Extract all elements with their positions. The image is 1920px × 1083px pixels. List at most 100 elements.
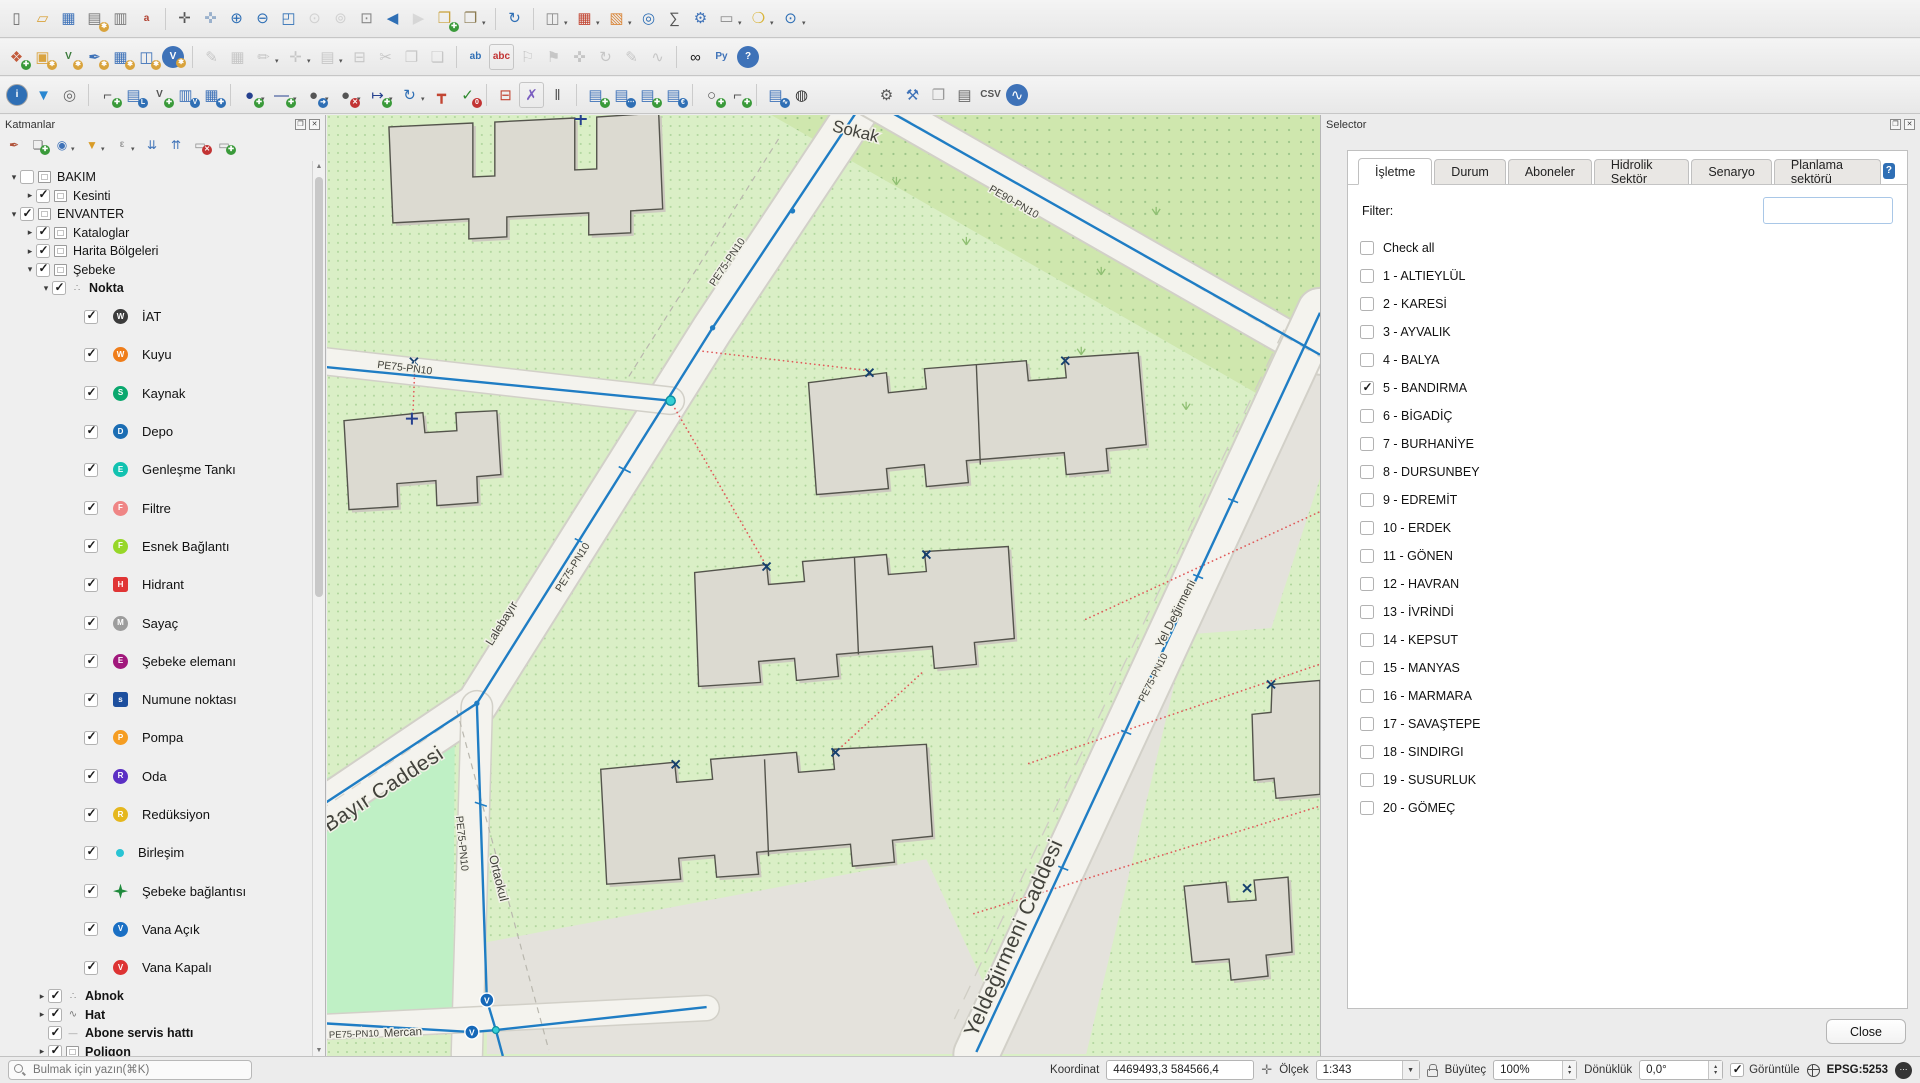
district-checkbox[interactable]: [1360, 577, 1374, 591]
paste-features-button[interactable]: ❏: [425, 44, 450, 70]
legend-checkbox[interactable]: [84, 348, 98, 362]
circle-add-button[interactable]: ○✚: [699, 82, 724, 108]
spin-arrows-icon[interactable]: [1562, 1061, 1576, 1079]
attribute-table-button[interactable]: ▤L: [121, 82, 146, 108]
filter-input[interactable]: [1763, 197, 1893, 224]
toolbox-button[interactable]: ⚒: [900, 82, 925, 108]
combo-arrow-icon[interactable]: ▼: [1402, 1061, 1419, 1079]
legend-item[interactable]: S Kaynak: [0, 374, 312, 412]
legend-item[interactable]: W İAT: [0, 298, 312, 336]
save-project-button[interactable]: ▦: [56, 6, 81, 32]
render-checkbox[interactable]: [1730, 1063, 1744, 1077]
legend-item[interactable]: R Oda: [0, 757, 312, 795]
delete-point-button[interactable]: ●✕ ▾: [333, 82, 364, 108]
expander-icon[interactable]: [24, 264, 36, 275]
zoom-next-button[interactable]: ▶: [406, 6, 431, 32]
layer-group-sebeke[interactable]: Şebeke: [0, 261, 312, 280]
rotate-label-button[interactable]: ↻: [593, 44, 618, 70]
python-console-button[interactable]: Py: [709, 44, 734, 70]
legend-item[interactable]: F Filtre: [0, 489, 312, 527]
district-checkbox[interactable]: [1360, 717, 1374, 731]
help-button[interactable]: ?: [735, 44, 761, 70]
add-virtual-layer-button[interactable]: ▦✱: [108, 44, 133, 70]
dropdown-arrow-icon[interactable]: ▾: [628, 19, 635, 27]
guides-button[interactable]: ‖: [545, 82, 570, 108]
zoom-in-button[interactable]: ⊕: [224, 6, 249, 32]
scrollbar-thumb[interactable]: [315, 177, 323, 597]
extents-icon[interactable]: ✛: [1261, 1062, 1272, 1078]
selector-tab[interactable]: Durum: [1434, 159, 1506, 184]
legend-item[interactable]: s Numune noktası: [0, 680, 312, 718]
new-shapefile-button[interactable]: ✒✱: [82, 44, 107, 70]
filter-legend-button[interactable]: ▼ ▾: [82, 135, 108, 155]
add-node-button[interactable]: ⌐✚: [95, 82, 120, 108]
selector-tab[interactable]: Hidrolik Sektör: [1594, 159, 1689, 184]
highlight-labels-button[interactable]: ⚑: [541, 44, 566, 70]
street-view-button[interactable]: ∞: [683, 44, 708, 70]
remove-layer-button[interactable]: ▭✕: [190, 135, 210, 155]
legend-item[interactable]: H Hidrant: [0, 566, 312, 604]
help-icon[interactable]: ?: [1883, 163, 1895, 179]
legend-item[interactable]: E Şebeke elemanı: [0, 642, 312, 680]
dropdown-arrow-icon[interactable]: ▾: [596, 19, 603, 27]
legend-checkbox[interactable]: [84, 846, 98, 860]
processing-gear-button[interactable]: ⚙: [874, 82, 899, 108]
legend-item[interactable]: P Pompa: [0, 719, 312, 757]
district-item[interactable]: 3 - AYVALIK: [1356, 318, 1907, 346]
pan-map-button[interactable]: ✛: [172, 6, 197, 32]
district-checkbox[interactable]: [1360, 409, 1374, 423]
expander-icon[interactable]: [40, 283, 52, 294]
legend-item[interactable]: F Esnek Bağlantı: [0, 527, 312, 565]
curved-label-button[interactable]: ∿: [645, 44, 670, 70]
district-item[interactable]: 18 - SINDIRGI: [1356, 738, 1907, 766]
layer-group-harita-bolgeleri[interactable]: Harita Bölgeleri: [0, 242, 312, 261]
legend-checkbox[interactable]: [84, 731, 98, 745]
district-checkbox[interactable]: [1360, 773, 1374, 787]
add-layer-button[interactable]: ▭✚: [214, 135, 234, 155]
layer-checkbox[interactable]: [48, 989, 62, 1003]
map-tips-button[interactable]: ❍ ▾: [746, 6, 777, 32]
toggle-editing-button[interactable]: ✎: [199, 44, 224, 70]
sync-button[interactable]: ↻ ▾: [397, 82, 428, 108]
layer-group-poligon[interactable]: Poligon: [0, 1042, 312, 1056]
new-bookmark-button[interactable]: ❒✚: [432, 6, 457, 32]
style-manager-button[interactable]: a: [134, 6, 159, 32]
district-item[interactable]: 20 - GÖMEÇ: [1356, 794, 1907, 822]
messages-icon[interactable]: ⋯: [1895, 1062, 1912, 1079]
scroll-down-icon[interactable]: ▼: [313, 1047, 325, 1054]
add-feature-button[interactable]: ✏ ▾: [251, 44, 282, 70]
dropdown-arrow-icon[interactable]: ▾: [101, 145, 108, 153]
legend-checkbox[interactable]: [84, 501, 98, 515]
district-item[interactable]: 15 - MANYAS: [1356, 654, 1907, 682]
dropdown-arrow-icon[interactable]: ▾: [275, 57, 282, 65]
group-checkbox[interactable]: [36, 244, 50, 258]
district-checkbox[interactable]: [1360, 493, 1374, 507]
magnifier-spinbox[interactable]: 100%: [1493, 1060, 1577, 1080]
district-item[interactable]: 10 - ERDEK: [1356, 514, 1907, 542]
district-item[interactable]: 2 - KARESİ: [1356, 290, 1907, 318]
delete-feature-button[interactable]: ⊟: [493, 82, 518, 108]
selector-tab[interactable]: Aboneler: [1508, 159, 1592, 184]
legend-item[interactable]: D Depo: [0, 412, 312, 450]
legend-checkbox[interactable]: [84, 961, 98, 975]
dropdown-arrow-icon[interactable]: ▾: [421, 95, 428, 103]
legend-checkbox[interactable]: [84, 463, 98, 477]
junction-node-icon[interactable]: [492, 1027, 499, 1034]
district-checkbox[interactable]: [1360, 689, 1374, 703]
search-settings-button[interactable]: ⊙ ▾: [778, 6, 809, 32]
scale-combo[interactable]: 1:343▼: [1316, 1060, 1420, 1080]
district-checkbox[interactable]: [1360, 801, 1374, 815]
zoom-full-button[interactable]: ◰: [276, 6, 301, 32]
legend-checkbox[interactable]: [84, 808, 98, 822]
crs-code[interactable]: EPSG:5253: [1827, 1064, 1888, 1076]
float-panel-button[interactable]: ❐: [1890, 119, 1901, 130]
group-checkbox[interactable]: [36, 263, 50, 277]
selector-tab[interactable]: İşletme: [1358, 158, 1432, 185]
coordinate-input[interactable]: 4469493,3 584566,4: [1106, 1060, 1254, 1080]
legend-checkbox[interactable]: [84, 386, 98, 400]
group-checkbox[interactable]: [20, 170, 34, 184]
layout-manager-button[interactable]: ▥: [108, 6, 133, 32]
dropdown-arrow-icon[interactable]: ▾: [738, 19, 745, 27]
expander-icon[interactable]: [8, 172, 20, 183]
legend-checkbox[interactable]: [84, 693, 98, 707]
